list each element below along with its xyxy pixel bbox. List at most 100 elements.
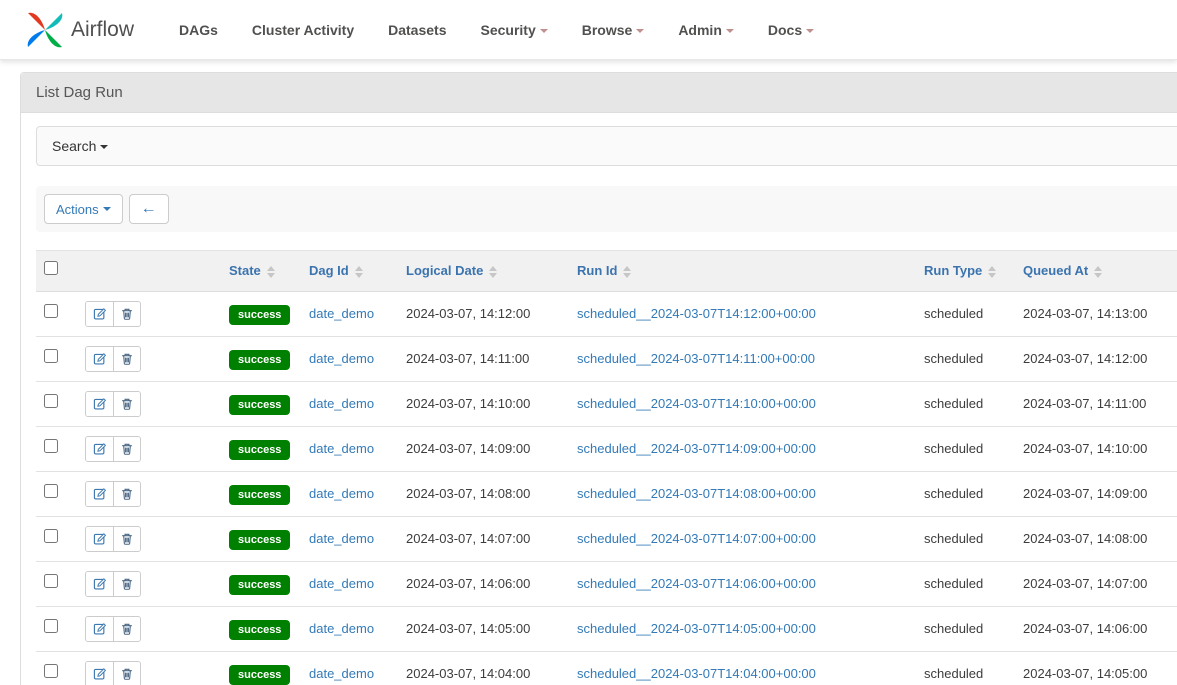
- row-actions-cell: [77, 517, 221, 562]
- delete-record-button[interactable]: [113, 347, 140, 371]
- edit-record-button[interactable]: [86, 347, 113, 371]
- column-header-run-id[interactable]: Run Id: [569, 251, 916, 292]
- dag-id-link[interactable]: date_demo: [309, 351, 374, 366]
- row-state-cell: success: [221, 472, 301, 517]
- sort-icon: [988, 266, 996, 278]
- back-button[interactable]: ←: [129, 194, 169, 224]
- row-state-cell: success: [221, 292, 301, 337]
- column-header-dag-id[interactable]: Dag Id: [301, 251, 398, 292]
- dag-id-link[interactable]: date_demo: [309, 486, 374, 501]
- run-id-link[interactable]: scheduled__2024-03-07T14:12:00+00:00: [577, 306, 816, 321]
- row-checkbox[interactable]: [44, 574, 58, 588]
- row-action-buttons: [85, 661, 141, 685]
- run-id-link[interactable]: scheduled__2024-03-07T14:09:00+00:00: [577, 441, 816, 456]
- column-header-run-type[interactable]: Run Type: [916, 251, 1015, 292]
- run-id-link[interactable]: scheduled__2024-03-07T14:11:00+00:00: [577, 351, 815, 366]
- edit-record-button[interactable]: [86, 392, 113, 416]
- delete-record-button[interactable]: [113, 617, 140, 641]
- edit-pencil-icon: [93, 577, 107, 591]
- table-row: success date_demo 2024-03-07, 14:12:00 s…: [36, 292, 1177, 337]
- edit-record-button[interactable]: [86, 527, 113, 551]
- table-row: success date_demo 2024-03-07, 14:07:00 s…: [36, 517, 1177, 562]
- row-checkbox[interactable]: [44, 439, 58, 453]
- run-id-link[interactable]: scheduled__2024-03-07T14:06:00+00:00: [577, 576, 816, 591]
- caret-down-icon: [103, 207, 111, 211]
- edit-record-button[interactable]: [86, 302, 113, 326]
- sort-icon: [1094, 266, 1102, 278]
- edit-record-button[interactable]: [86, 662, 113, 685]
- trash-icon: [120, 622, 134, 636]
- row-action-buttons: [85, 346, 141, 372]
- dag-id-link[interactable]: date_demo: [309, 306, 374, 321]
- row-select-cell: [36, 427, 77, 472]
- run-id-link[interactable]: scheduled__2024-03-07T14:08:00+00:00: [577, 486, 816, 501]
- edit-record-button[interactable]: [86, 572, 113, 596]
- row-checkbox[interactable]: [44, 529, 58, 543]
- row-checkbox[interactable]: [44, 619, 58, 633]
- row-actions-cell: [77, 652, 221, 685]
- dropdown-caret-icon: [726, 29, 734, 33]
- row-select-cell: [36, 292, 77, 337]
- delete-record-button[interactable]: [113, 572, 140, 596]
- run-id-link[interactable]: scheduled__2024-03-07T14:04:00+00:00: [577, 666, 816, 681]
- run-id-link[interactable]: scheduled__2024-03-07T14:05:00+00:00: [577, 621, 816, 636]
- dag-id-link[interactable]: date_demo: [309, 441, 374, 456]
- row-checkbox[interactable]: [44, 394, 58, 408]
- delete-record-button[interactable]: [113, 392, 140, 416]
- run-id-link[interactable]: scheduled__2024-03-07T14:07:00+00:00: [577, 531, 816, 546]
- column-header-state[interactable]: State: [221, 251, 301, 292]
- airflow-brand-link[interactable]: Airflow: [25, 10, 134, 50]
- sort-icon: [623, 266, 631, 278]
- edit-record-button[interactable]: [86, 617, 113, 641]
- queued-at-value: 2024-03-07, 14:13:00: [1015, 292, 1177, 337]
- run-type-value: scheduled: [916, 472, 1015, 517]
- edit-record-button[interactable]: [86, 482, 113, 506]
- row-select-cell: [36, 382, 77, 427]
- run-type-value: scheduled: [916, 517, 1015, 562]
- dag-id-link[interactable]: date_demo: [309, 621, 374, 636]
- column-header-queued-at[interactable]: Queued At: [1015, 251, 1177, 292]
- dag-id-link[interactable]: date_demo: [309, 666, 374, 681]
- row-checkbox[interactable]: [44, 349, 58, 363]
- edit-record-button[interactable]: [86, 437, 113, 461]
- delete-record-button[interactable]: [113, 662, 140, 685]
- row-checkbox[interactable]: [44, 664, 58, 678]
- column-header-logical-date[interactable]: Logical Date: [398, 251, 569, 292]
- actions-column-header: [77, 251, 221, 292]
- row-action-buttons: [85, 571, 141, 597]
- page-title: List Dag Run: [36, 84, 123, 101]
- row-action-buttons: [85, 436, 141, 462]
- row-run-id-cell: scheduled__2024-03-07T14:04:00+00:00: [569, 652, 916, 685]
- run-id-link[interactable]: scheduled__2024-03-07T14:10:00+00:00: [577, 396, 816, 411]
- actions-button[interactable]: Actions: [44, 194, 123, 224]
- logical-date-value: 2024-03-07, 14:10:00: [398, 382, 569, 427]
- row-actions-cell: [77, 562, 221, 607]
- table-row: success date_demo 2024-03-07, 14:04:00 s…: [36, 652, 1177, 685]
- search-toggle[interactable]: Search: [36, 126, 1177, 166]
- row-select-cell: [36, 337, 77, 382]
- dropdown-caret-icon: [806, 29, 814, 33]
- row-state-cell: success: [221, 562, 301, 607]
- row-checkbox[interactable]: [44, 484, 58, 498]
- row-state-cell: success: [221, 652, 301, 685]
- select-all-checkbox[interactable]: [44, 261, 58, 275]
- table-row: success date_demo 2024-03-07, 14:10:00 s…: [36, 382, 1177, 427]
- delete-record-button[interactable]: [113, 482, 140, 506]
- delete-record-button[interactable]: [113, 527, 140, 551]
- nav-item-docs: Docs: [751, 12, 831, 48]
- row-dag-id-cell: date_demo: [301, 652, 398, 685]
- delete-record-button[interactable]: [113, 437, 140, 461]
- row-checkbox[interactable]: [44, 304, 58, 318]
- dag-id-link[interactable]: date_demo: [309, 531, 374, 546]
- delete-record-button[interactable]: [113, 302, 140, 326]
- table-row: success date_demo 2024-03-07, 14:06:00 s…: [36, 562, 1177, 607]
- sort-icon: [267, 266, 275, 278]
- queued-at-value: 2024-03-07, 14:06:00: [1015, 607, 1177, 652]
- status-badge: success: [229, 440, 290, 460]
- dag-id-link[interactable]: date_demo: [309, 396, 374, 411]
- dag-id-link[interactable]: date_demo: [309, 576, 374, 591]
- row-select-cell: [36, 562, 77, 607]
- main-nav: DAGs Cluster Activity Datasets Security …: [162, 12, 831, 48]
- edit-pencil-icon: [93, 397, 107, 411]
- sort-icon: [489, 266, 497, 278]
